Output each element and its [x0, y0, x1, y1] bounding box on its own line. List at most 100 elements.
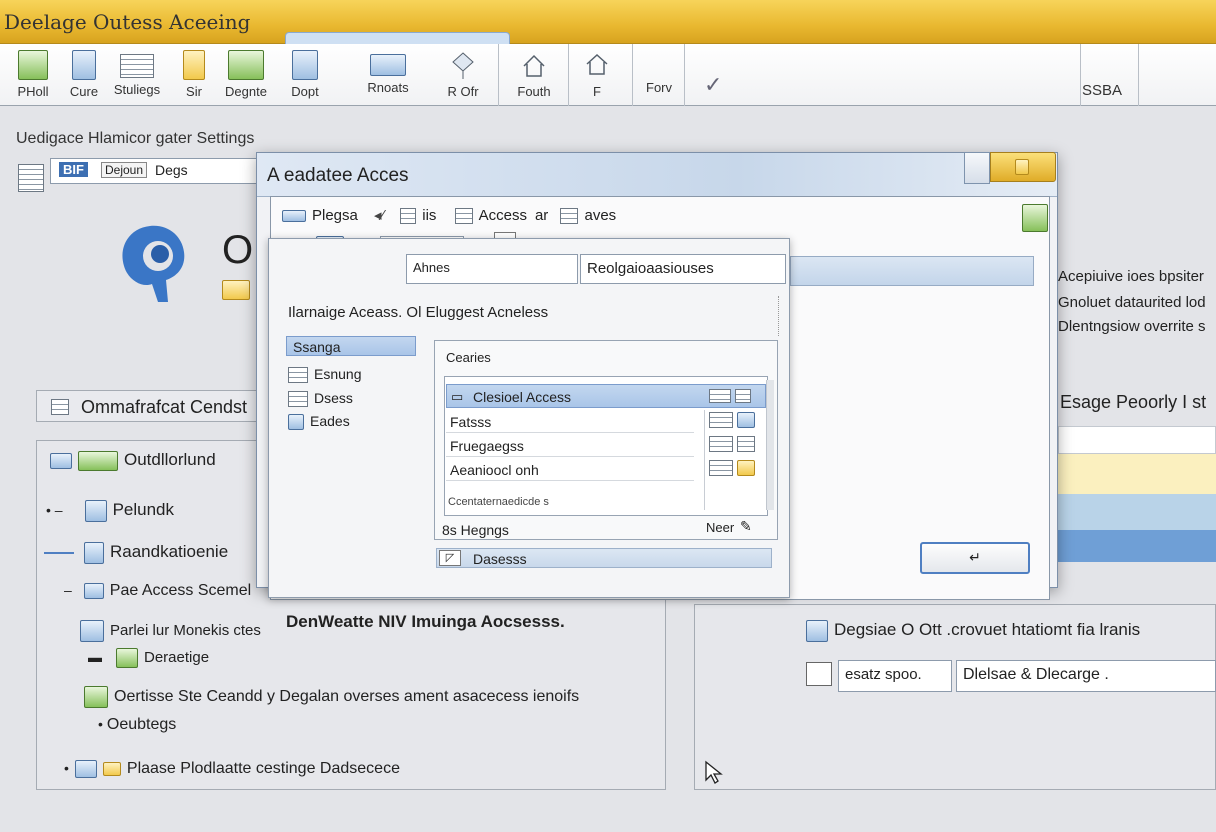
ribbon-button-degnte[interactable]: Degnte [218, 48, 274, 104]
ribbon-separator [632, 44, 633, 106]
row-icon[interactable] [709, 460, 733, 476]
tree-item-label: Outdllorlund [124, 450, 216, 469]
row-icon [735, 389, 751, 403]
tree-item[interactable]: • Plaase Plodlaatte cestinge Dadsecece [64, 760, 400, 778]
data-icon [116, 648, 138, 668]
tree-item[interactable]: Parlei lur Monekis ctes [80, 620, 261, 642]
sub-field-left-text: Ahnes [413, 260, 450, 275]
tree-item[interactable]: Raandkatioenie [44, 542, 228, 564]
sub-nav-item[interactable]: Eades [288, 413, 350, 431]
tree-item[interactable]: • – Pelundk [46, 500, 174, 522]
row-icon[interactable] [709, 436, 733, 452]
right-band-lightblue[interactable] [1058, 494, 1216, 530]
tree-bullet: – [64, 582, 72, 598]
ribbon-button-sir[interactable]: Sir [174, 48, 214, 104]
right-band-white[interactable] [1058, 426, 1216, 454]
tree-item[interactable]: – Pae Access Scemel [64, 582, 251, 600]
right-band-blue[interactable] [1058, 530, 1216, 562]
check-icon[interactable]: ✓ [704, 72, 722, 98]
list-scrollbar[interactable] [766, 380, 774, 510]
chart-icon[interactable] [1022, 204, 1048, 232]
dialog-header-band [790, 256, 1034, 286]
ribbon-button-label: Cure [69, 84, 99, 99]
toolbar-label[interactable]: Plegsa [312, 207, 358, 224]
arrow-icon: ◸ [439, 550, 461, 566]
document-icon [72, 50, 96, 80]
right-field-b[interactable]: Dlelsae & Dlecarge . [956, 660, 1216, 692]
right-band-yellow[interactable] [1058, 454, 1216, 494]
sub-list-item[interactable]: Fatsss [450, 414, 491, 430]
row-icon[interactable] [737, 436, 755, 452]
ribbon-separator [1080, 44, 1081, 106]
window-title: Deelage Outess Aceeing [4, 10, 251, 34]
tree-item[interactable]: ▬ Deraetige [88, 648, 209, 668]
report-icon [370, 54, 406, 76]
left-header: Ommafrafcat Cendst [81, 397, 248, 417]
report-icon [84, 542, 104, 564]
user-profile-icon [122, 225, 185, 302]
document-icon [288, 391, 308, 408]
ok-button[interactable]: ↵ [920, 542, 1030, 574]
row-divider [446, 432, 694, 433]
row-icon[interactable] [737, 460, 755, 476]
sub-nav-item[interactable]: Dsess [288, 390, 353, 408]
row-icon [709, 389, 731, 403]
network-icon [78, 450, 118, 471]
sub-bottom-right[interactable]: Neer [706, 520, 734, 535]
close-button[interactable] [990, 152, 1056, 182]
sub-heading: Ilarnaige Aceass. Ol Eluggest Acneless [288, 304, 549, 321]
tree-item-label: Plaase Plodlaatte cestinge Dadsecece [126, 760, 400, 778]
search-tag: BIF [59, 162, 88, 177]
sub-nav-item[interactable]: Esnung [288, 366, 361, 384]
ribbon-button-pholl[interactable]: PHoll [8, 48, 58, 104]
sub-field-left[interactable]: Ahnes [406, 254, 578, 284]
ribbon-button-label: F [593, 84, 601, 99]
sub-field-right[interactable]: Reolgaioaasiouses [580, 254, 786, 284]
ribbon-button-f[interactable]: F [574, 48, 620, 104]
search-placeholder: Dejoun [101, 162, 148, 178]
row-icon[interactable] [737, 412, 755, 428]
sub-list-item[interactable]: Aeanioocl onh [450, 462, 539, 478]
ribbon-button-rnoats[interactable]: Rnoats [360, 48, 416, 104]
search-box[interactable]: BIF Dejoun Degs [50, 158, 260, 184]
active-ribbon-tab[interactable] [285, 32, 510, 44]
ribbon-button-label: Dopt [291, 84, 319, 99]
tree-item-label: Pelundk [112, 500, 175, 520]
ribbon-button-rofr[interactable]: R Ofr [438, 48, 488, 104]
tree-item[interactable]: • Oeubtegs [98, 716, 176, 734]
list-icon [51, 399, 69, 415]
arrow-icon[interactable]: ◂⁄ [374, 207, 384, 224]
pencil-icon[interactable]: ✎ [740, 518, 752, 535]
right-field-a[interactable]: esatz spoo. [838, 660, 952, 692]
sub-list-item[interactable]: ▭ Clesioel Access [446, 384, 766, 408]
list-icon [288, 367, 308, 384]
search-input[interactable]: Degs [155, 162, 188, 178]
toolbar-label[interactable]: Access [479, 207, 527, 224]
help-button[interactable] [964, 152, 990, 184]
ribbon-button-cure[interactable]: Cure [62, 48, 106, 104]
folder-small-icon [222, 280, 250, 300]
sub-bottom-bar[interactable]: ◸ Dasesss [436, 548, 772, 568]
ribbon-button-label: Sir [186, 84, 202, 99]
sub-list-label: Clesioel Access [473, 389, 572, 405]
ribbon-button-stuliegs[interactable]: Stuliegs [106, 48, 168, 104]
right-field-a-text: esatz spoo. [845, 666, 922, 683]
ribbon-button-forv[interactable]: Forv [636, 80, 682, 100]
tree-item[interactable]: Outdllorlund [50, 450, 216, 471]
ribbon-button-label: Rnoats [367, 80, 409, 95]
sub-list-item[interactable]: Fruegaegss [450, 438, 524, 454]
tree-item[interactable]: Oertisse Ste Ceandd y Degalan overses am… [84, 686, 579, 708]
ribbon-toolbar: PHoll Cure Stuliegs Sir Degnte Dopt Rnoa… [0, 44, 1216, 106]
row-icon[interactable] [709, 412, 733, 428]
ribbon-right-label: SSBA [1082, 82, 1123, 99]
resize-grip[interactable] [778, 296, 784, 336]
sub-nav-item[interactable]: Ssanga [286, 336, 416, 356]
ribbon-separator [498, 44, 499, 106]
checkbox[interactable] [806, 662, 832, 686]
ribbon-button-dopt[interactable]: Dopt [280, 48, 330, 104]
list-item-glyph: ▭ [451, 389, 464, 404]
toolbar-label[interactable]: iis [422, 207, 436, 224]
ribbon-button-fouth[interactable]: Fouth [508, 48, 560, 104]
database-icon [282, 210, 306, 223]
toolbar-label[interactable]: aves [584, 207, 616, 224]
